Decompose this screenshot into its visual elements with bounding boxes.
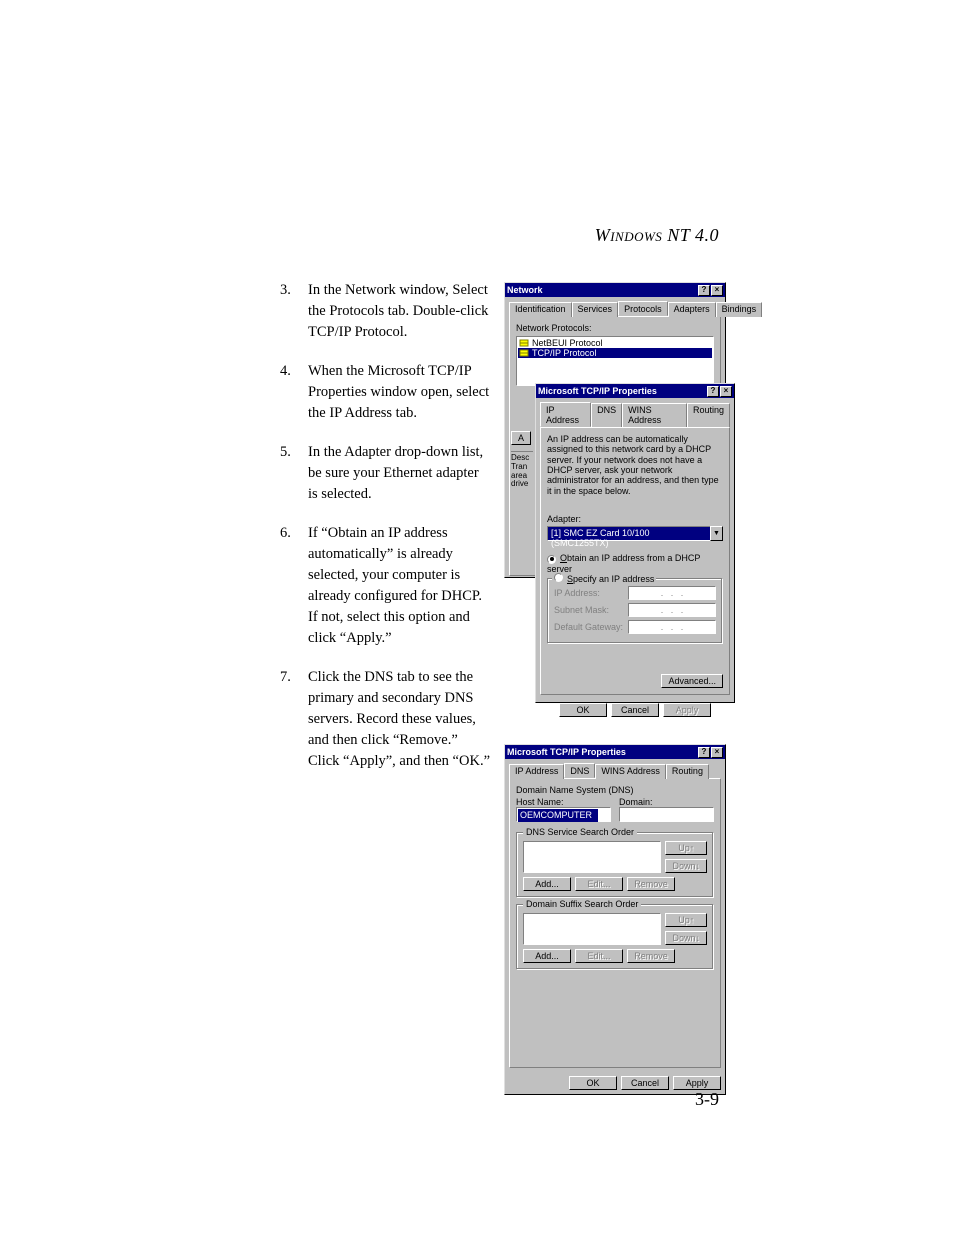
dns-service-search-order-group: DNS Service Search Order Up↑ Down↓ Add..… <box>516 832 714 898</box>
add-button-truncated[interactable]: A <box>511 431 531 445</box>
radio-icon[interactable] <box>554 573 563 582</box>
domain-suffix-search-order-group: Domain Suffix Search Order Up↑ Down↓ Add… <box>516 904 714 970</box>
tab-routing[interactable]: Routing <box>687 403 730 428</box>
help-icon[interactable]: ? <box>707 386 719 397</box>
page-header: Windows NT 4.0 <box>595 225 719 246</box>
down-button[interactable]: Down↓ <box>665 931 707 945</box>
edit-button[interactable]: Edit... <box>575 949 623 963</box>
protocols-listbox[interactable]: NetBEUI Protocol TCP/IP Protocol <box>516 336 714 386</box>
close-icon[interactable]: × <box>711 285 723 296</box>
tab-routing[interactable]: Routing <box>666 764 709 779</box>
help-icon[interactable]: ? <box>698 285 710 296</box>
edit-button[interactable]: Edit... <box>575 877 623 891</box>
up-button[interactable]: Up↑ <box>665 913 707 927</box>
close-icon[interactable]: × <box>711 747 723 758</box>
tcpip-ip-title: Microsoft TCP/IP Properties <box>538 386 706 396</box>
list-item[interactable]: TCP/IP Protocol <box>518 348 712 358</box>
host-name-value: OEMCOMPUTER <box>518 809 598 822</box>
tab-bindings[interactable]: Bindings <box>716 302 763 317</box>
tab-adapters[interactable]: Adapters <box>668 302 716 317</box>
ip-description: An IP address can be automatically assig… <box>547 434 723 496</box>
step-7: Click the DNS tab to see the primary and… <box>280 667 490 772</box>
host-name-field[interactable]: OEMCOMPUTER <box>516 807 611 822</box>
step-3: In the Network window, Select the Protoc… <box>280 280 490 343</box>
step-6: If “Obtain an IP address automatically” … <box>280 523 490 649</box>
tcpip-dns-tabstrip: IP Address DNS WINS Address Routing <box>509 763 721 778</box>
help-icon[interactable]: ? <box>698 747 710 758</box>
cancel-button[interactable]: Cancel <box>621 1076 669 1090</box>
tab-ip-address[interactable]: IP Address <box>509 764 564 779</box>
default-gateway-label: Default Gateway: <box>554 622 624 632</box>
list-item[interactable]: NetBEUI Protocol <box>518 338 712 348</box>
apply-button[interactable]: Apply <box>663 703 711 717</box>
adapter-value: [1] SMC EZ Card 10/100 (SMC1255TX) <box>547 526 710 541</box>
tab-wins[interactable]: WINS Address <box>622 403 687 428</box>
domain-field[interactable] <box>619 807 714 822</box>
network-title: Network <box>507 285 697 295</box>
close-icon[interactable]: × <box>720 386 732 397</box>
ip-address-label: IP Address: <box>554 588 624 598</box>
remove-button[interactable]: Remove <box>627 877 675 891</box>
step-5: In the Adapter drop-down list, be sure y… <box>280 442 490 505</box>
domain-suffix-order-label: Domain Suffix Search Order <box>523 899 641 909</box>
dns-header-label: Domain Name System (DNS) <box>516 785 714 795</box>
up-button[interactable]: Up↑ <box>665 841 707 855</box>
tcpip-dns-title: Microsoft TCP/IP Properties <box>507 747 697 757</box>
radio-obtain-dhcp[interactable]: OObtain an IP address from a DHCP server… <box>547 553 723 574</box>
tcpip-properties-dialog-ip: Microsoft TCP/IP Properties ? × IP Addre… <box>535 383 735 703</box>
protocol-label: TCP/IP Protocol <box>532 348 596 358</box>
adapter-dropdown[interactable]: [1] SMC EZ Card 10/100 (SMC1255TX) ▼ <box>547 526 723 541</box>
protocol-icon <box>519 338 529 348</box>
add-button[interactable]: Add... <box>523 877 571 891</box>
remove-button[interactable]: Remove <box>627 949 675 963</box>
tab-identification[interactable]: Identification <box>509 302 572 317</box>
subnet-mask-label: Subnet Mask: <box>554 605 624 615</box>
ok-button[interactable]: OK <box>559 703 607 717</box>
network-protocols-label: Network Protocols: <box>516 323 714 333</box>
dns-service-order-label: DNS Service Search Order <box>523 827 637 837</box>
add-button[interactable]: Add... <box>523 949 571 963</box>
cancel-button[interactable]: Cancel <box>611 703 659 717</box>
tab-protocols[interactable]: Protocols <box>618 301 668 316</box>
network-titlebar[interactable]: Network ? × <box>505 283 725 297</box>
protocol-label: NetBEUI Protocol <box>532 338 603 348</box>
radio-specify-ip[interactable]: Specify an IP address <box>552 573 656 584</box>
default-gateway-field: . . . <box>628 620 716 634</box>
tab-wins[interactable]: WINS Address <box>595 764 666 779</box>
tab-dns[interactable]: DNS <box>564 763 595 778</box>
dns-service-list[interactable] <box>523 841 661 873</box>
domain-suffix-list[interactable] <box>523 913 661 945</box>
ok-button[interactable]: OK <box>569 1076 617 1090</box>
radio-icon[interactable] <box>547 555 556 564</box>
domain-label: Domain: <box>619 797 714 807</box>
truncated-labels: A Desc Tran area drive <box>511 431 533 489</box>
host-name-label: Host Name: <box>516 797 611 807</box>
page-number: 3-9 <box>695 1089 719 1110</box>
subnet-mask-field: . . . <box>628 603 716 617</box>
network-tabstrip: Identification Services Protocols Adapte… <box>509 301 721 316</box>
down-button[interactable]: Down↓ <box>665 859 707 873</box>
network-dialog: Network ? × Identification Services Prot… <box>504 282 726 578</box>
tab-services[interactable]: Services <box>572 302 619 317</box>
adapter-label: Adapter: <box>547 514 723 524</box>
protocol-icon <box>519 348 529 358</box>
tcpip-ip-titlebar[interactable]: Microsoft TCP/IP Properties ? × <box>536 384 734 398</box>
tab-ip-address[interactable]: IP Address <box>540 402 591 427</box>
instruction-column: In the Network window, Select the Protoc… <box>280 280 490 790</box>
chevron-down-icon[interactable]: ▼ <box>710 526 723 541</box>
apply-button[interactable]: Apply <box>673 1076 721 1090</box>
tab-dns[interactable]: DNS <box>591 403 622 428</box>
tcpip-ip-tabstrip: IP Address DNS WINS Address Routing <box>540 402 730 427</box>
tcpip-properties-dialog-dns: Microsoft TCP/IP Properties ? × IP Addre… <box>504 744 726 1095</box>
advanced-button[interactable]: Advanced... <box>661 674 723 688</box>
tcpip-dns-titlebar[interactable]: Microsoft TCP/IP Properties ? × <box>505 745 725 759</box>
step-4: When the Microsoft TCP/IP Properties win… <box>280 361 490 424</box>
ip-address-field: . . . <box>628 586 716 600</box>
